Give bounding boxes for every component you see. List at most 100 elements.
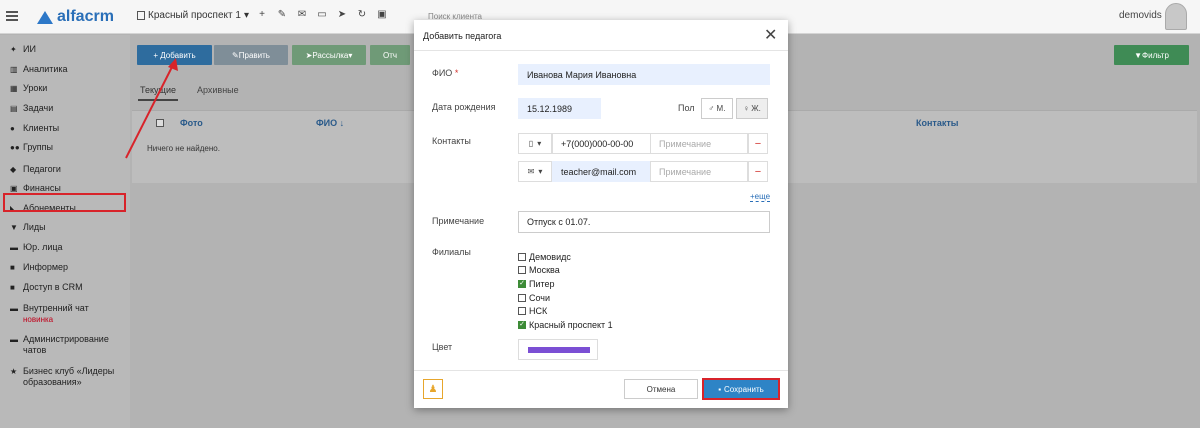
sidebar-item-internal-chat[interactable]: ▬ Внутренний чат новинка [10, 303, 126, 325]
send-icon: ➤ [305, 50, 313, 60]
branch-select-label: Красный проспект 1 [148, 10, 241, 21]
branch-checkbox[interactable]: Сочи [518, 291, 613, 305]
birth-date-field[interactable]: 15.12.1989 [518, 98, 601, 119]
caret-down-icon: ▾ [348, 50, 353, 60]
logo[interactable]: alfacrm [37, 8, 114, 26]
sidebar-item-lessons[interactable]: ▦ Уроки [10, 83, 126, 94]
checkbox[interactable] [518, 307, 526, 316]
remove-contact-button[interactable]: − [748, 133, 768, 154]
note-textarea[interactable]: Отпуск с 01.07. [518, 211, 770, 233]
fio-field[interactable]: Иванова Мария Ивановна [518, 64, 770, 85]
contact-type-select[interactable]: ✉ ▾ [518, 161, 552, 182]
logo-icon [37, 10, 53, 24]
sidebar-item-tasks[interactable]: ▤ Задачи [10, 103, 126, 114]
gender-male-button[interactable]: ♂ М. [701, 98, 733, 119]
floppy-icon: ▪ [718, 384, 722, 394]
email-field[interactable]: teacher@mail.com [552, 161, 651, 182]
color-picker[interactable] [518, 339, 598, 360]
sidebar-item-business-club[interactable]: ★ Бизнес клуб «Лидеры образования» [10, 366, 126, 388]
wrench-icon[interactable]: ✎ [276, 9, 288, 20]
sidebar-item-label: Информер [23, 262, 69, 272]
avatar[interactable] [1165, 3, 1187, 30]
sidebar-item-informer[interactable]: ■ Информер [10, 262, 126, 273]
sidebar-item-ai[interactable]: ✦ ИИ [10, 44, 126, 55]
sidebar-item-label: Педагоги [23, 164, 61, 174]
checkbox[interactable] [518, 293, 526, 302]
checkbox[interactable] [518, 266, 526, 275]
sidebar-item-label: Группы [23, 142, 53, 152]
male-icon: ♂ [708, 104, 715, 113]
mail-icon[interactable]: ✉ [296, 9, 308, 20]
column-contacts[interactable]: Контакты [916, 118, 958, 128]
branch-checkbox-list: Демовидс Москва ✓ Питер Сочи НСК ✓ Красный… [518, 250, 613, 332]
branch-checkbox[interactable]: Демовидс [518, 250, 613, 264]
report-button[interactable]: Отч [370, 45, 410, 65]
lock-icon: ■ [10, 283, 15, 292]
sidebar-item-teachers[interactable]: ◆ Педагоги [10, 164, 126, 175]
edit-button[interactable]: ✎ Править [214, 45, 288, 65]
sidebar-item-crm-access[interactable]: ■ Доступ в CRM [10, 282, 126, 293]
sidebar-item-leads[interactable]: ▼ Лиды [10, 222, 126, 233]
email-note-field[interactable]: Примечание [650, 161, 748, 182]
contact-type-select[interactable]: ▯ ▾ [518, 133, 552, 154]
sidebar-item-legal-entities[interactable]: ▬ Юр. лица [10, 242, 126, 253]
caret-down-icon: ▾ [538, 167, 543, 176]
checkbox-checked[interactable]: ✓ [518, 279, 526, 288]
sms-icon[interactable]: ▭ [316, 9, 328, 20]
phone-field[interactable]: +7(000)000-00-00 [552, 133, 651, 154]
user-warning-icon[interactable]: ♟ [423, 379, 443, 399]
annotation-arrow [125, 58, 178, 159]
user-name[interactable]: demovids [1119, 10, 1162, 21]
add-contact-link[interactable]: +еще [750, 192, 771, 202]
graduation-cap-icon: ◆ [10, 165, 17, 174]
sidebar-item-label: Аналитика [23, 64, 68, 74]
chat-admin-icon: ▬ [10, 335, 18, 344]
plus-icon[interactable]: + [256, 9, 268, 20]
tab-archive[interactable]: Архивные [197, 85, 239, 95]
close-icon[interactable]: ✕ [764, 25, 777, 45]
branch-name: Сочи [529, 292, 551, 303]
branch-name: Красный проспект 1 [529, 319, 613, 330]
save-button-label: Сохранить [724, 384, 764, 394]
save-button[interactable]: ▪ Сохранить [702, 378, 780, 400]
filter-button[interactable]: ▼ Фильтр [1114, 45, 1189, 65]
column-name[interactable]: ФИО ↓ [316, 118, 344, 128]
phone-note-field[interactable]: Примечание [650, 133, 748, 154]
sidebar-item-label: Лиды [23, 222, 46, 232]
branch-name: Москва [529, 265, 560, 276]
sync-icon[interactable]: ↻ [356, 9, 368, 20]
users-icon: ●● [10, 143, 20, 152]
sidebar: ✦ ИИ ▥ Аналитика ▦ Уроки ▤ Задачи ● Клиенты ●… [0, 35, 130, 428]
remove-contact-button[interactable]: − [748, 161, 768, 182]
mailing-button[interactable]: ➤ Рассылка ▾ [292, 45, 366, 65]
sparkle-icon: ✦ [10, 45, 17, 54]
branch-select[interactable]: Красный проспект 1 ▾ [137, 10, 249, 21]
edit-button-label: Править [238, 50, 270, 60]
branch-checkbox[interactable]: НСК [518, 304, 613, 318]
checkbox[interactable] [518, 252, 526, 261]
divider [414, 370, 788, 371]
branches-label: Филиалы [432, 247, 471, 257]
branch-checkbox[interactable]: ✓ Питер [518, 277, 613, 291]
cart-icon[interactable]: ▣ [376, 9, 388, 20]
telegram-icon[interactable]: ➤ [336, 9, 348, 20]
sidebar-item-analytics[interactable]: ▥ Аналитика [10, 64, 126, 75]
branch-checkbox[interactable]: ✓ Красный проспект 1 [518, 318, 613, 332]
branch-name: Демовидс [529, 251, 571, 262]
menu-icon[interactable] [6, 11, 18, 21]
color-label: Цвет [432, 342, 453, 352]
logo-text: alfacrm [57, 8, 114, 25]
building-icon [137, 11, 145, 20]
calendar-icon: ▦ [10, 84, 18, 93]
checkbox-checked[interactable]: ✓ [518, 320, 526, 329]
caret-down-icon: ▾ [537, 139, 542, 148]
sidebar-item-chat-admin[interactable]: ▬ Администрирование чатов [10, 334, 126, 356]
sidebar-item-groups[interactable]: ●● Группы [10, 142, 126, 153]
fio-label-text: ФИО [432, 68, 453, 78]
sidebar-item-clients[interactable]: ● Клиенты [10, 123, 126, 134]
gender-female-button[interactable]: ♀ Ж. [736, 98, 768, 119]
cancel-button[interactable]: Отмена [624, 379, 698, 399]
branch-checkbox[interactable]: Москва [518, 264, 613, 278]
book-icon: ▥ [10, 65, 18, 74]
filter-button-label: Фильтр [1142, 50, 1169, 60]
